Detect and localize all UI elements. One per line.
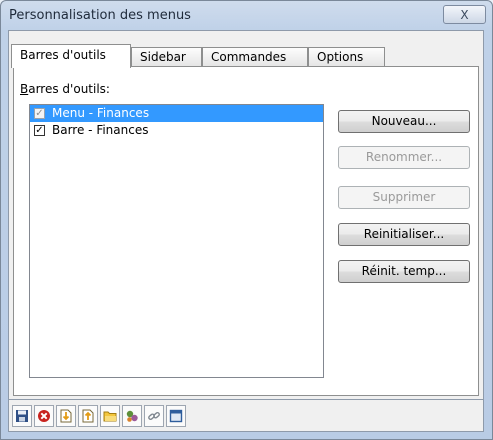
tab-barres-outils[interactable]: Barres d'outils <box>11 44 131 68</box>
cancel-icon <box>38 410 50 422</box>
list-item-menu-finances[interactable]: ✓ Menu - Finances <box>30 105 323 122</box>
window-button[interactable] <box>166 405 186 427</box>
tab-label: Sidebar <box>140 50 186 64</box>
save-button[interactable] <box>12 405 32 427</box>
window-icon <box>169 409 183 423</box>
tab-label: Barres d'outils <box>20 48 106 62</box>
rename-button[interactable]: Renommer... <box>338 146 470 169</box>
export-button[interactable] <box>78 405 98 427</box>
temp-reset-button[interactable]: Réinit. temp... <box>338 260 470 283</box>
checkbox-checked[interactable]: ✓ <box>34 108 45 119</box>
open-folder-button[interactable] <box>100 405 120 427</box>
list-item-barre-finances[interactable]: ✓ Barre - Finances <box>30 122 323 139</box>
import-icon <box>60 409 72 423</box>
link-icon <box>148 411 160 421</box>
tab-options[interactable]: Options <box>308 47 385 67</box>
delete-button[interactable]: Supprimer <box>338 186 470 209</box>
tab-sidebar[interactable]: Sidebar <box>131 47 202 67</box>
save-icon <box>16 410 28 422</box>
link-button[interactable] <box>144 405 164 427</box>
close-icon: X <box>460 7 469 22</box>
new-button[interactable]: Nouveau... <box>338 110 470 133</box>
gears-icon <box>126 410 138 422</box>
export-icon <box>82 409 94 423</box>
open-folder-icon <box>103 411 117 422</box>
window-title: Personnalisation des menus <box>9 8 191 23</box>
import-button[interactable] <box>56 405 76 427</box>
toolbar-listbox[interactable]: ✓ Menu - Finances ✓ Barre - Finances <box>29 104 324 378</box>
tab-commandes[interactable]: Commandes <box>202 47 308 67</box>
settings-button[interactable] <box>122 405 142 427</box>
toolbar-list-label: Barres d'outils: <box>20 82 110 96</box>
cancel-button[interactable] <box>34 405 54 427</box>
list-item-label: Barre - Finances <box>52 123 149 137</box>
tab-label: Options <box>317 50 364 64</box>
reset-button[interactable]: Reinitialiser... <box>338 223 470 246</box>
tab-label: Commandes <box>211 50 287 64</box>
list-item-label: Menu - Finances <box>52 106 150 120</box>
mnemonic-letter: B <box>20 82 29 96</box>
close-button[interactable]: X <box>443 5 486 24</box>
checkbox-checked[interactable]: ✓ <box>34 125 45 136</box>
label-text: arres d'outils: <box>28 82 110 96</box>
